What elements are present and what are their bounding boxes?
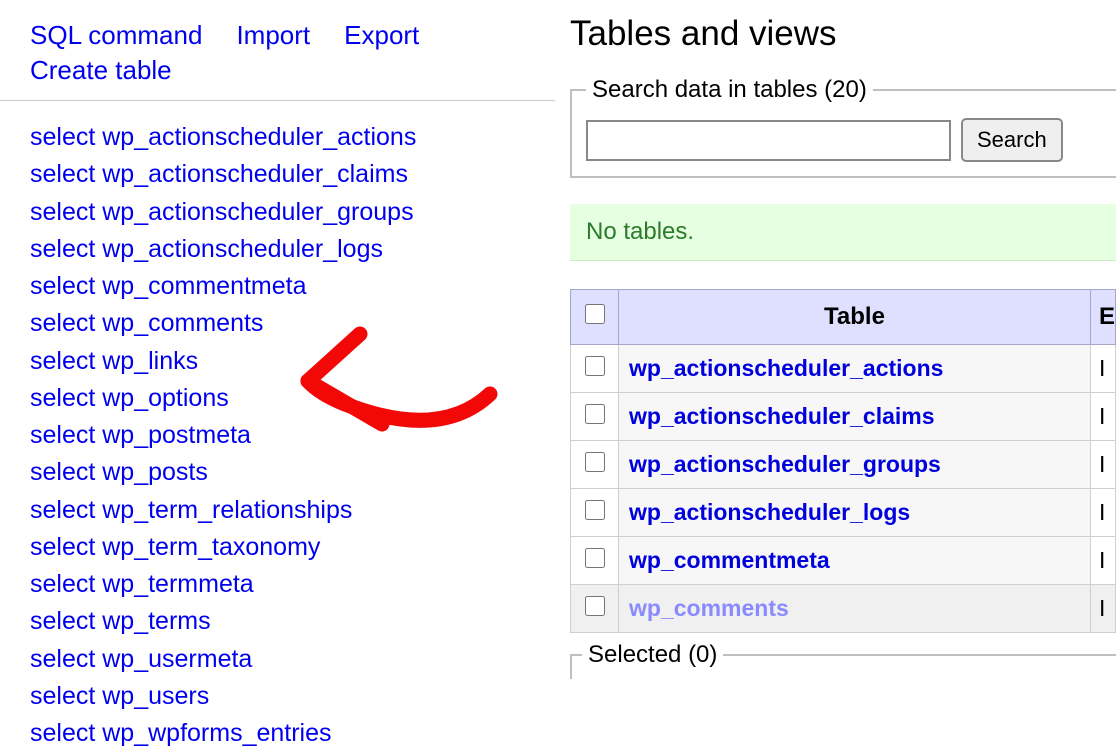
sidebar-table-link[interactable]: select wp_postmeta — [30, 417, 570, 454]
sidebar-table-link[interactable]: select wp_options — [30, 380, 570, 417]
sidebar-table-link[interactable]: select wp_comments — [30, 305, 570, 342]
import-link[interactable]: Import — [236, 18, 310, 53]
search-button[interactable]: Search — [961, 118, 1063, 162]
engine-cell: I — [1090, 489, 1115, 537]
row-checkbox[interactable] — [585, 404, 605, 424]
sidebar-table-link[interactable]: select wp_links — [30, 343, 570, 380]
row-checkbox[interactable] — [585, 548, 605, 568]
sidebar-table-link[interactable]: select wp_actionscheduler_claims — [30, 156, 570, 193]
engine-cell: I — [1090, 345, 1115, 393]
search-legend: Search data in tables (20) — [586, 76, 873, 104]
row-checkbox[interactable] — [585, 500, 605, 520]
create-table-link[interactable]: Create table — [30, 53, 172, 88]
engine-cell: I — [1090, 537, 1115, 585]
sidebar-table-list: select wp_actionscheduler_actions select… — [30, 119, 570, 752]
export-link[interactable]: Export — [344, 18, 419, 53]
sidebar-table-link[interactable]: select wp_termmeta — [30, 566, 570, 603]
row-checkbox[interactable] — [585, 596, 605, 616]
divider — [0, 100, 555, 101]
sql-command-link[interactable]: SQL command — [30, 18, 202, 53]
table-row: wp_commentmeta I — [571, 537, 1116, 585]
sidebar-table-link[interactable]: select wp_terms — [30, 603, 570, 640]
col-engine: E — [1090, 290, 1115, 345]
table-row: wp_actionscheduler_claims I — [571, 393, 1116, 441]
table-link[interactable]: wp_comments — [629, 595, 789, 621]
select-all-checkbox[interactable] — [585, 304, 605, 324]
sidebar-table-link[interactable]: select wp_actionscheduler_groups — [30, 194, 570, 231]
search-input[interactable] — [586, 120, 951, 161]
sidebar-table-link[interactable]: select wp_term_taxonomy — [30, 529, 570, 566]
row-checkbox[interactable] — [585, 356, 605, 376]
sidebar-table-link[interactable]: select wp_actionscheduler_actions — [30, 119, 570, 156]
sidebar-table-link[interactable]: select wp_term_relationships — [30, 492, 570, 529]
table-row: wp_actionscheduler_groups I — [571, 441, 1116, 489]
sidebar-table-link[interactable]: select wp_posts — [30, 454, 570, 491]
selected-fieldset: Selected (0) — [570, 641, 1116, 679]
table-link[interactable]: wp_actionscheduler_groups — [629, 451, 941, 477]
table-link[interactable]: wp_actionscheduler_claims — [629, 403, 935, 429]
table-row: wp_comments I — [571, 585, 1116, 633]
table-link[interactable]: wp_actionscheduler_logs — [629, 499, 910, 525]
engine-cell: I — [1090, 585, 1115, 633]
table-link[interactable]: wp_actionscheduler_actions — [629, 355, 943, 381]
table-row: wp_actionscheduler_actions I — [571, 345, 1116, 393]
table-row: wp_actionscheduler_logs I — [571, 489, 1116, 537]
row-checkbox[interactable] — [585, 452, 605, 472]
notice-no-tables: No tables. — [570, 204, 1116, 261]
search-fieldset: Search data in tables (20) Search — [570, 76, 1116, 178]
sidebar-table-link[interactable]: select wp_users — [30, 678, 570, 715]
col-checkbox — [571, 290, 619, 345]
page-title: Tables and views — [570, 14, 1116, 54]
sidebar-table-link[interactable]: select wp_wpforms_entries — [30, 715, 570, 752]
engine-cell: I — [1090, 441, 1115, 489]
tables-list: Table E wp_actionscheduler_actions I wp_… — [570, 289, 1116, 633]
selected-legend: Selected (0) — [582, 641, 723, 669]
sidebar-table-link[interactable]: select wp_actionscheduler_logs — [30, 231, 570, 268]
sidebar-table-link[interactable]: select wp_usermeta — [30, 641, 570, 678]
col-table: Table — [619, 290, 1091, 345]
sidebar-table-link[interactable]: select wp_commentmeta — [30, 268, 570, 305]
table-link[interactable]: wp_commentmeta — [629, 547, 830, 573]
engine-cell: I — [1090, 393, 1115, 441]
